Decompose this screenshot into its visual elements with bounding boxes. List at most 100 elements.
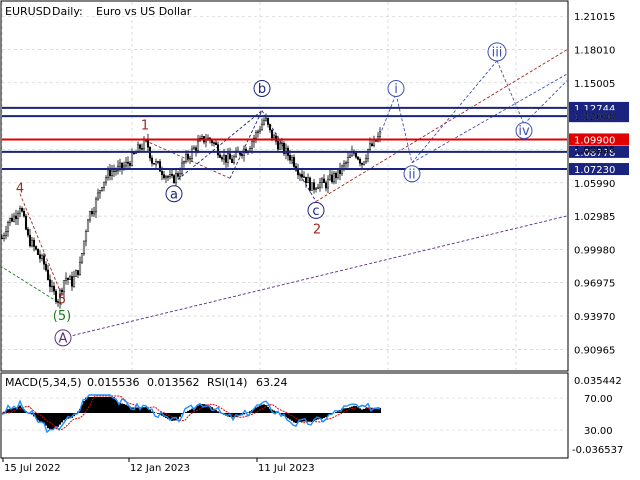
candle-body <box>308 177 312 191</box>
candle-body <box>310 182 314 191</box>
candle-body <box>84 231 88 242</box>
candle-body <box>146 139 150 148</box>
macd-histogram-bar <box>59 413 61 425</box>
candle-body <box>248 148 252 152</box>
candle-body <box>32 239 36 247</box>
macd-histogram-bar <box>191 408 193 413</box>
candle-body <box>210 140 214 143</box>
price-tick-label: 1.08995 <box>574 145 615 156</box>
candle-body <box>38 254 42 259</box>
time-tick-label: 15 Jul 2022 <box>4 463 61 474</box>
candle-body <box>164 176 168 179</box>
macd-histogram-bar <box>185 411 187 413</box>
candle-body <box>368 143 372 150</box>
macd-histogram-bar <box>173 413 175 421</box>
candle-body <box>100 187 104 191</box>
candle-body <box>268 124 272 131</box>
candle-body <box>348 155 352 158</box>
candle-body <box>190 148 194 159</box>
macd-histogram-bar <box>111 397 113 413</box>
candle-body <box>108 169 112 177</box>
candle-body <box>112 170 116 172</box>
macd-histogram-bar <box>97 397 99 413</box>
wave-label: a <box>170 187 178 202</box>
candle-body <box>224 154 228 163</box>
candle-body <box>6 222 10 232</box>
candle-body <box>258 129 262 132</box>
candle-body <box>34 246 38 250</box>
candle-body <box>128 163 132 166</box>
candle-body <box>4 231 8 236</box>
macd-histogram-bar <box>321 413 323 419</box>
candle-body <box>110 170 114 177</box>
candle-body <box>356 156 360 160</box>
candle-body <box>78 261 82 275</box>
macd-histogram-bar <box>265 405 267 413</box>
candle-body <box>30 239 34 247</box>
macd-histogram-bar <box>303 413 305 422</box>
candle-body <box>16 213 20 219</box>
candle-body <box>276 140 280 150</box>
candle-body <box>176 173 180 177</box>
macd-histogram-bar <box>357 407 359 413</box>
macd-histogram-bar <box>121 403 123 413</box>
candle-body <box>366 149 370 159</box>
candle-body <box>254 132 258 139</box>
wave-label: 2 <box>313 223 321 238</box>
candle-body <box>256 130 260 133</box>
candle-body <box>124 161 128 167</box>
candle-body <box>50 285 54 288</box>
price-tick-label: 1.12000 <box>574 112 615 123</box>
candle-body <box>40 255 44 259</box>
candle-body <box>332 173 336 183</box>
candle-body <box>82 240 86 254</box>
wave-label: (5) <box>53 309 71 324</box>
macd-histogram-bar <box>63 413 65 421</box>
candle-body <box>378 131 382 137</box>
wave-label: iii <box>492 45 503 60</box>
candle-body <box>64 277 68 281</box>
candle-body <box>194 147 198 151</box>
candle-body <box>324 182 328 189</box>
candle-body <box>328 174 332 180</box>
candle-body <box>272 135 276 139</box>
candle-body <box>166 176 170 178</box>
candle-body <box>172 175 176 184</box>
main-plot-frame <box>0 0 569 372</box>
candle-body <box>122 165 126 169</box>
candle-body <box>12 215 16 222</box>
level-label: 1.07230 <box>574 165 615 176</box>
candle-body <box>26 229 30 236</box>
macd-histogram-bar <box>109 397 111 413</box>
candle-body <box>270 129 274 139</box>
rsi-value: 63.24 <box>256 376 288 389</box>
macd-histogram-bar <box>143 407 145 413</box>
candle-body <box>118 162 122 167</box>
price-axis: 1.21015 1.18010 1.15005 1.12000 1.08995 1.059… <box>574 12 615 356</box>
candle-body <box>150 157 154 164</box>
macd-histogram-bar <box>309 413 311 422</box>
candle-body <box>14 215 18 219</box>
wave-label: ii <box>408 167 415 182</box>
price-tick-label: 0.90965 <box>574 345 615 356</box>
wave-label: b <box>258 82 266 97</box>
candle-body <box>36 248 40 255</box>
header-symbol: EURUSD <box>5 5 51 18</box>
candle-body <box>212 142 216 144</box>
macd-histogram-bar <box>123 404 125 413</box>
candle-body <box>48 279 52 287</box>
candle-body <box>154 161 158 165</box>
price-tick-label: 0.93970 <box>574 312 615 323</box>
macd-histogram-bar <box>325 413 327 418</box>
candle-body <box>292 157 296 167</box>
candle-body <box>90 211 94 215</box>
candle-body <box>10 217 14 222</box>
candle-body <box>358 158 362 164</box>
candle-body <box>54 290 58 302</box>
candle-body <box>182 161 186 164</box>
macd-histogram-bar <box>187 410 189 413</box>
candle-body <box>300 174 304 177</box>
candle-body <box>162 174 166 179</box>
candle-body <box>260 123 264 131</box>
price-tick-label: 1.21015 <box>574 12 615 23</box>
